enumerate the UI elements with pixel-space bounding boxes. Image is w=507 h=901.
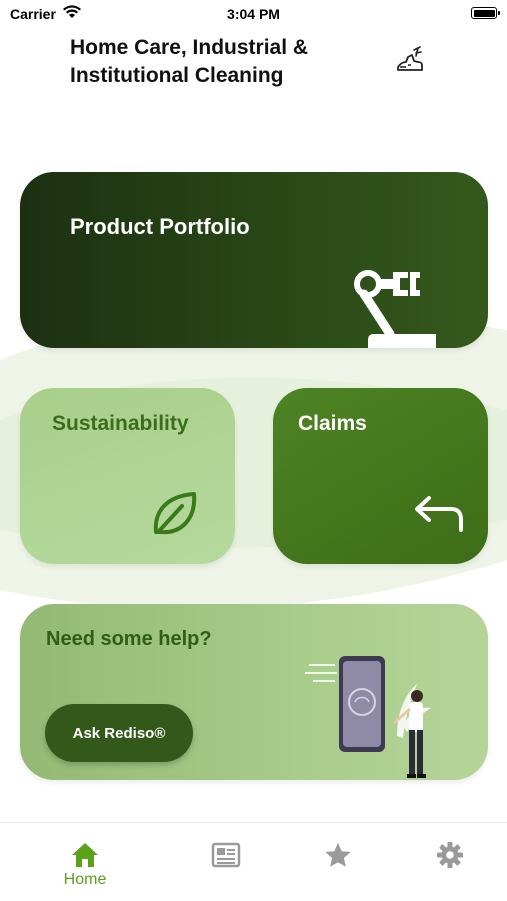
sustainability-title: Sustainability [52, 412, 189, 435]
help-title: Need some help? [46, 628, 212, 650]
product-portfolio-title: Product Portfolio [70, 214, 250, 239]
newspaper-icon [211, 842, 241, 868]
leaf-icon [153, 492, 197, 535]
tab-favorites[interactable] [298, 823, 378, 901]
battery-icon [471, 7, 500, 19]
help-card: Need some help? Ask Rediso® [20, 604, 488, 780]
page-title: Home Care, Industrial & Institutional Cl… [70, 36, 309, 87]
person-with-phone-illustration [305, 656, 431, 778]
robot-arm-icon [354, 270, 436, 348]
tab-settings[interactable] [410, 823, 490, 901]
tab-bar: Home [0, 822, 507, 901]
tab-home-label: Home [63, 871, 107, 888]
reply-arrow-icon [415, 496, 463, 532]
sustainability-card[interactable]: Sustainability [20, 388, 235, 564]
claims-card[interactable]: Claims [273, 388, 488, 564]
star-icon [325, 843, 351, 867]
tab-news[interactable] [186, 823, 266, 901]
product-portfolio-card[interactable]: Product Portfolio [20, 172, 488, 348]
home-icon [72, 843, 98, 867]
claims-title: Claims [298, 412, 367, 435]
status-bar: Carrier 3:04 PM [0, 0, 507, 28]
ask-rediso-button[interactable]: Ask Rediso® [45, 704, 193, 762]
tab-home[interactable]: Home [45, 823, 125, 901]
gear-icon [437, 842, 463, 868]
shoe-icon[interactable] [394, 44, 426, 76]
clock: 3:04 PM [227, 6, 280, 22]
